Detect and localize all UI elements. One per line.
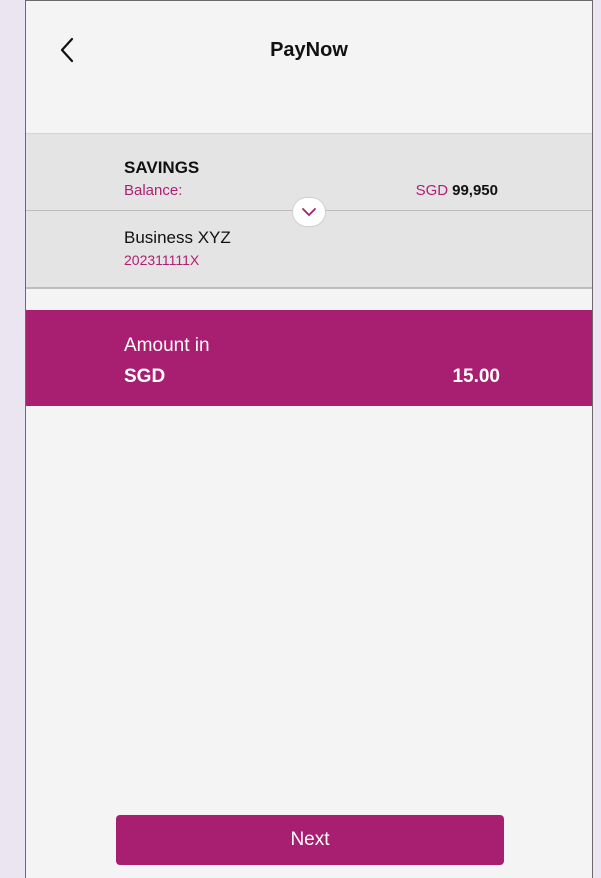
- amount-value[interactable]: 15.00: [452, 366, 500, 388]
- page-title: PayNow: [270, 39, 348, 61]
- balance-value: SGD 99,950: [416, 182, 498, 199]
- chevron-down-icon: [302, 208, 316, 216]
- payee-name: Business XYZ: [124, 228, 231, 247]
- payee-id: 202311111X: [124, 252, 200, 268]
- account-dropdown-toggle[interactable]: [292, 197, 326, 227]
- header: PayNow: [26, 1, 592, 101]
- amount-label: Amount in: [124, 335, 210, 356]
- account-name: SAVINGS: [124, 158, 200, 177]
- balance-currency: SGD: [415, 182, 449, 199]
- next-button[interactable]: Next: [116, 815, 504, 865]
- amount-currency: SGD: [124, 366, 166, 387]
- balance-amount: 99,950: [452, 182, 498, 199]
- phone-screen: PayNow SAVINGS Balance: SGD 99,950 Busine…: [25, 0, 593, 878]
- balance-label: Balance:: [124, 182, 183, 199]
- amount-input-band[interactable]: Amount in SGD 15.00: [26, 310, 592, 406]
